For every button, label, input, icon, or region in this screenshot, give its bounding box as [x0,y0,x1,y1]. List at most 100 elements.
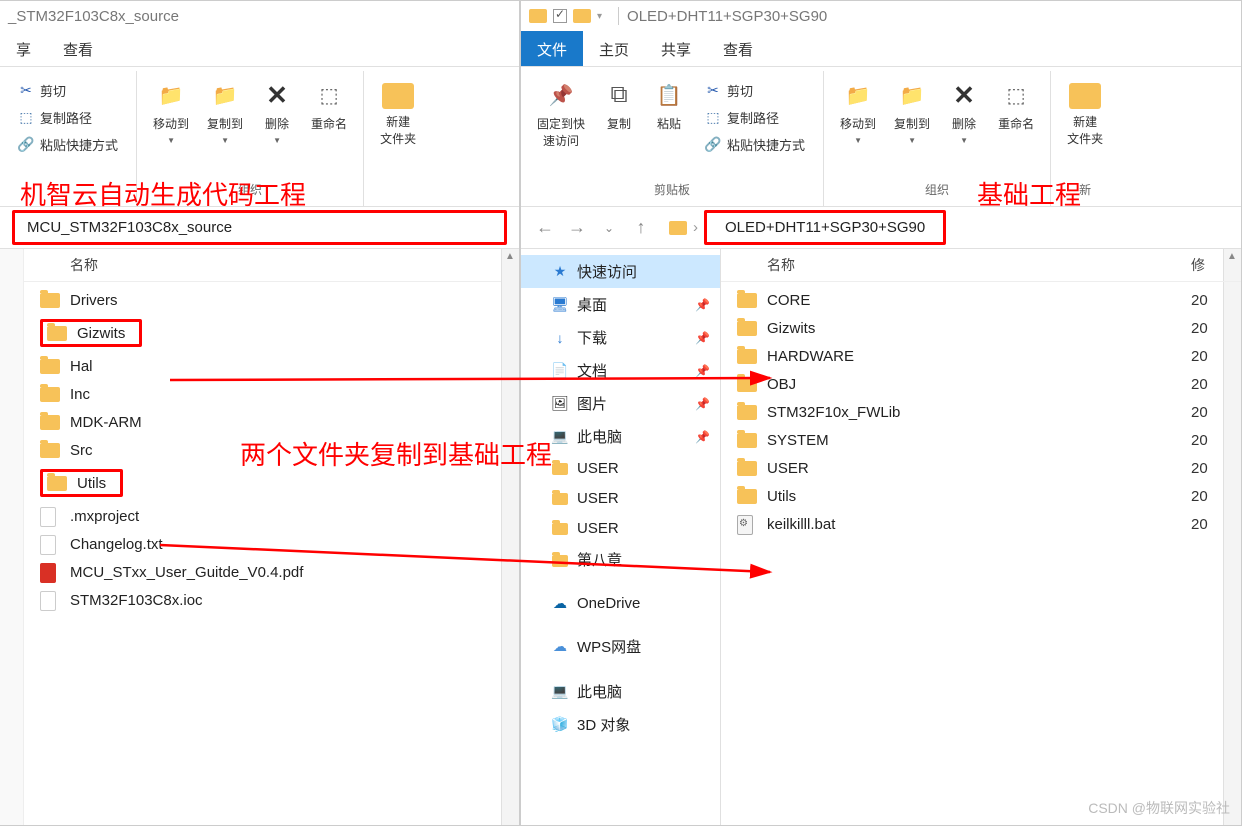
sidebar-item[interactable]: ☁ WPS网盘 [521,630,720,663]
address-field-left[interactable]: MCU_STM32F103C8x_source [12,210,507,245]
file-item[interactable]: HARDWARE20 [721,342,1241,370]
sidebar-icon [551,551,569,569]
copypath-button[interactable]: ⬚复制路径 [699,106,811,129]
sidebar-item[interactable]: 💻此电脑📌 [521,420,720,453]
file-item[interactable]: Utils [24,464,519,502]
sidebar-icon: ↓ [551,329,569,347]
explorer-window-left: _STM32F103C8x_source 享 查看 剪切 ⬚复制路径 🔗粘贴快捷… [0,0,520,826]
copyto-button[interactable]: 复制到▼ [199,75,251,177]
file-date: 20 [1191,376,1231,393]
copy-button[interactable]: 复制 [595,75,643,177]
copyto-button[interactable]: 复制到▼ [886,75,938,177]
cut-button[interactable]: 剪切 [12,79,124,102]
file-item[interactable]: OBJ20 [721,370,1241,398]
sidebar-item[interactable]: ☁OneDrive [521,588,720,618]
tab-view[interactable]: 查看 [707,31,769,66]
file-item[interactable]: STM32F10x_FWLib20 [721,398,1241,426]
tab-view[interactable]: 查看 [47,31,109,66]
file-item[interactable]: Drivers [24,286,519,314]
file-icon [40,591,60,609]
newfolder-button[interactable]: 新建 文件夹 [1059,75,1111,177]
nav-up-button[interactable]: ↑ [629,216,653,240]
column-headers[interactable]: 名称 修 [721,249,1241,282]
file-item[interactable]: SYSTEM20 [721,426,1241,454]
newfolder-button[interactable]: 新建 文件夹 [372,75,424,202]
window-title: OLED+DHT11+SGP30+SG90 [627,8,827,25]
paste-button[interactable]: 粘贴 [645,75,693,177]
column-headers[interactable]: ⌃ 名称 [24,249,519,282]
ribbon-group-organize: 移动到▼ 复制到▼ 删除▼ 重命名 组织 [137,71,364,206]
file-date: 20 [1191,348,1231,365]
tab-share[interactable]: 享 [0,31,47,66]
copyto-icon [209,79,241,111]
sidebar-item[interactable]: 第八章 [521,543,720,576]
col-name-header[interactable]: 名称 [34,255,509,275]
file-item[interactable]: Inc [24,380,519,408]
folder-icon[interactable] [529,9,547,23]
file-item[interactable]: USER20 [721,454,1241,482]
sidebar-item[interactable]: 🖼图片📌 [521,387,720,420]
file-item[interactable]: Utils20 [721,482,1241,510]
delete-button[interactable]: 删除▼ [940,75,988,177]
pasteshortcut-button[interactable]: 🔗粘贴快捷方式 [699,133,811,156]
file-item[interactable]: keilkilll.bat20 [721,510,1241,538]
qat-dropdown-icon[interactable]: ▾ [597,11,602,22]
sidebar-item[interactable]: ★快速访问 [521,255,720,288]
sidebar-item[interactable]: 💻此电脑 [521,675,720,708]
sidebar-icon: 💻 [551,683,569,701]
pinquick-button[interactable]: 固定到快 速访问 [529,75,593,177]
file-item[interactable]: Hal [24,352,519,380]
nav-back-button[interactable]: ← [533,216,557,240]
rename-button[interactable]: 重命名 [303,75,355,177]
moveto-button[interactable]: 移动到▼ [832,75,884,177]
tab-home[interactable]: 主页 [583,31,645,66]
address-field-right[interactable]: › OLED+DHT11+SGP30+SG90 [661,206,1229,249]
file-name: CORE [767,292,1181,309]
file-item[interactable]: CORE20 [721,286,1241,314]
file-name: SYSTEM [767,432,1181,449]
file-item[interactable]: Changelog.txt [24,530,519,558]
nav-tree-stub [0,249,24,825]
sidebar-label: 此电脑 [577,426,622,447]
col-date-header[interactable]: 修 [1191,255,1231,275]
highlight-box: Utils [40,469,123,497]
sidebar-item[interactable]: 🖥桌面📌 [521,288,720,321]
sidebar-item[interactable]: ↓下载📌 [521,321,720,354]
file-item[interactable]: Src [24,436,519,464]
sidebar-label: USER [577,460,619,477]
nav-recent-button[interactable]: ⌄ [597,216,621,240]
folder-icon[interactable] [573,9,591,23]
delete-icon [948,79,980,111]
file-item[interactable]: Gizwits [24,314,519,352]
sidebar-label: WPS网盘 [577,636,641,657]
pasteshortcut-button[interactable]: 🔗粘贴快捷方式 [12,133,124,156]
qat-icons: ▾ [529,9,602,23]
col-name-header[interactable]: 名称 [731,255,1191,275]
sidebar-item[interactable]: 🧊3D 对象 [521,708,720,741]
cut-button[interactable]: 剪切 [699,79,811,102]
file-name: keilkilll.bat [767,516,1181,533]
copypath-button[interactable]: ⬚复制路径 [12,106,124,129]
group-label-organize: 组织 [925,181,949,202]
moveto-button[interactable]: 移动到▼ [145,75,197,177]
rename-button[interactable]: 重命名 [990,75,1042,177]
file-name: Inc [70,386,90,403]
file-item[interactable]: MCU_STxx_User_Guitde_V0.4.pdf [24,558,519,586]
scrollbar[interactable] [501,249,519,825]
tab-file[interactable]: 文件 [521,31,583,66]
check-icon[interactable] [553,9,567,23]
file-item[interactable]: Gizwits20 [721,314,1241,342]
sidebar-icon: ☁ [551,638,569,656]
file-date: 20 [1191,320,1231,337]
file-item[interactable]: .mxproject [24,502,519,530]
delete-button[interactable]: 删除▼ [253,75,301,177]
sidebar-icon: 📄 [551,362,569,380]
nav-forward-button[interactable]: → [565,216,589,240]
sidebar-item[interactable]: USER [521,513,720,543]
sidebar-item[interactable]: USER [521,483,720,513]
sidebar-item[interactable]: USER [521,453,720,483]
tab-share[interactable]: 共享 [645,31,707,66]
file-item[interactable]: MDK-ARM [24,408,519,436]
sidebar-item[interactable]: 📄文档📌 [521,354,720,387]
file-item[interactable]: STM32F103C8x.ioc [24,586,519,614]
